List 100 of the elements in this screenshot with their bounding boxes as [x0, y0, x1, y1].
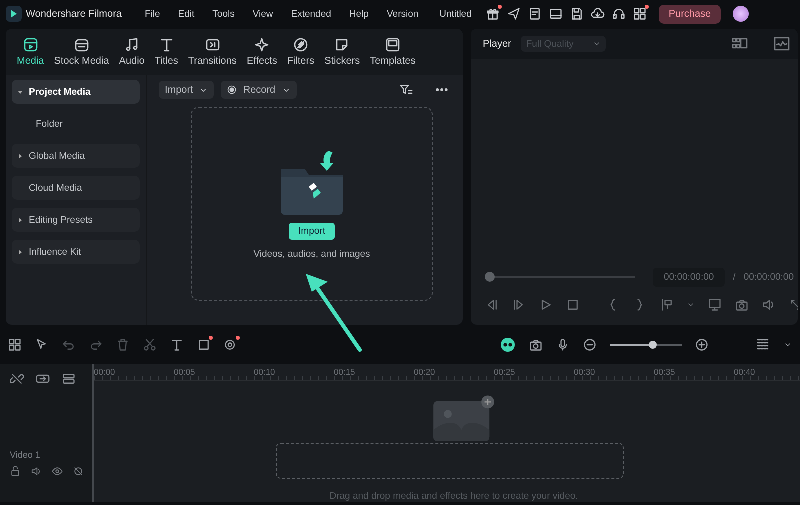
camera-icon[interactable]: [529, 338, 543, 352]
record-dropdown[interactable]: Record: [221, 81, 297, 99]
track-name: Video 1: [10, 450, 42, 460]
sidebar-item[interactable]: Project Media: [12, 80, 140, 104]
ruler-label: 00:00: [94, 366, 116, 379]
robot-icon[interactable]: [500, 337, 516, 353]
pointer-icon[interactable]: [35, 338, 49, 352]
import-dropdown[interactable]: Import: [159, 81, 214, 99]
import-button[interactable]: Import: [288, 222, 336, 240]
caret-icon[interactable]: [18, 250, 23, 254]
sidebar-item[interactable]: Influence Kit: [12, 240, 140, 264]
caret-icon[interactable]: [18, 90, 23, 94]
marker-icon[interactable]: [660, 298, 674, 312]
menu-item[interactable]: View: [246, 8, 280, 20]
menu-item[interactable]: Tools: [206, 8, 242, 20]
display-icon[interactable]: [708, 298, 722, 312]
tab[interactable]: Media: [12, 37, 50, 67]
zoom-out-icon[interactable]: [583, 338, 597, 352]
eye-icon[interactable]: [52, 466, 63, 477]
ruler-label: 00:30: [574, 366, 596, 379]
apps-grid-icon[interactable]: [632, 7, 647, 21]
ai-tool-icon[interactable]: [224, 338, 238, 352]
zoom-in-icon[interactable]: [695, 338, 709, 352]
sidebar-item[interactable]: Cloud Media: [12, 176, 140, 200]
play-icon[interactable]: [539, 298, 553, 312]
menu-item[interactable]: File: [138, 8, 168, 20]
ruler-label: 00:25: [494, 366, 516, 379]
text-icon[interactable]: [170, 338, 184, 352]
tab[interactable]: Titles: [150, 37, 184, 67]
sparkle-icon: [254, 37, 270, 53]
filter-icon: [292, 37, 309, 53]
player-title: Player: [483, 38, 512, 50]
monitor-icon[interactable]: [548, 7, 563, 21]
record-icon: [227, 85, 238, 95]
ruler-label: 00:10: [254, 366, 276, 379]
sticker-icon: [334, 37, 350, 53]
tab[interactable]: Transitions: [183, 37, 242, 67]
music-note-icon: [124, 37, 140, 53]
document-icon[interactable]: [528, 7, 542, 21]
seek-handle[interactable]: [485, 272, 495, 282]
sidebar-item[interactable]: Editing Presets: [12, 208, 140, 232]
layout-grid-icon[interactable]: [8, 338, 22, 352]
next-frame-icon[interactable]: [512, 298, 526, 312]
headset-icon[interactable]: [612, 7, 626, 21]
tab[interactable]: Filters: [282, 37, 320, 67]
ruler-label: 00:35: [654, 366, 676, 379]
drop-zone[interactable]: Import Videos, audios, and images: [191, 107, 433, 301]
avatar[interactable]: [733, 6, 750, 22]
app-logo-icon: [6, 6, 22, 22]
chevron-icon: [593, 40, 602, 48]
template-icon: [384, 37, 401, 53]
crop-icon[interactable]: [197, 338, 211, 352]
timecode-separator: /: [733, 272, 736, 282]
cloud-icon[interactable]: [590, 7, 605, 21]
image-placeholder-icon: [432, 395, 496, 443]
filter-icon[interactable]: [399, 83, 413, 97]
link-icon[interactable]: [36, 372, 50, 386]
track-drop-area[interactable]: [276, 443, 624, 479]
save-icon[interactable]: [570, 7, 584, 21]
media-icon: [22, 37, 39, 53]
timeline-hint: Drag and drop media and effects here to create your video.: [330, 491, 578, 502]
microphone-icon[interactable]: [556, 338, 570, 352]
waveform-icon[interactable]: [774, 36, 790, 52]
ruler-label: 00:20: [414, 366, 436, 379]
ruler-label: 00:40: [734, 366, 756, 379]
text-icon: [158, 37, 175, 53]
tab[interactable]: Stock Media: [49, 37, 114, 67]
tab[interactable]: Stickers: [320, 37, 366, 67]
current-timecode: 00:00:00:00: [652, 268, 726, 286]
ruler-label: 00:15: [334, 366, 356, 379]
transition-icon: [204, 37, 221, 53]
sidebar-item[interactable]: Folder: [12, 112, 140, 136]
menu-item[interactable]: Help: [342, 8, 376, 20]
track-icon[interactable]: [62, 372, 76, 386]
previous-frame-icon[interactable]: [485, 298, 499, 312]
gift-icon[interactable]: [486, 7, 500, 21]
purchase-button[interactable]: Purchase: [658, 4, 722, 24]
lock-icon[interactable]: [10, 466, 21, 477]
menu-item[interactable]: Edit: [171, 8, 202, 20]
caret-icon[interactable]: [18, 154, 23, 158]
caret-icon[interactable]: [18, 218, 23, 222]
project-title: Untitled: [440, 8, 472, 20]
paper-plane-icon[interactable]: [506, 7, 521, 21]
camera-icon[interactable]: [735, 298, 749, 312]
chevron-icon[interactable]: [687, 301, 695, 309]
unlink-icon[interactable]: [10, 372, 24, 386]
stop-icon[interactable]: [566, 298, 580, 312]
chevron-icon[interactable]: [784, 341, 792, 349]
app-title: Wondershare Filmora: [26, 8, 122, 20]
tab[interactable]: Templates: [365, 37, 421, 67]
menu-item[interactable]: Extended: [284, 8, 338, 20]
speaker-icon[interactable]: [31, 466, 42, 477]
ruler-label: 00:05: [174, 366, 196, 379]
speaker-icon[interactable]: [762, 298, 776, 312]
hide-icon[interactable]: [73, 466, 84, 477]
tab[interactable]: Audio: [114, 37, 150, 67]
menu-item[interactable]: Version: [380, 8, 426, 20]
zoom-handle[interactable]: [649, 341, 658, 349]
tab[interactable]: Effects: [242, 37, 282, 67]
sidebar-item[interactable]: Global Media: [12, 144, 140, 168]
